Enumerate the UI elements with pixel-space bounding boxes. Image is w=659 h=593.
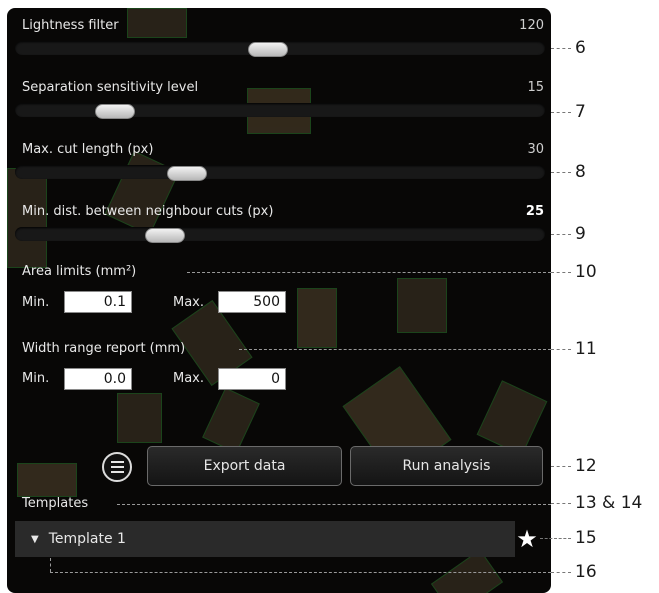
background-fragment xyxy=(297,288,337,348)
max-cut-length-value: 30 xyxy=(527,142,544,157)
guide-line xyxy=(117,504,551,505)
area-min-input[interactable]: 0.1 xyxy=(64,291,132,313)
area-limits-title: Area limits (mm²) xyxy=(22,264,137,279)
background-fragment xyxy=(17,463,77,497)
min-dist-cuts-value: 25 xyxy=(525,204,544,219)
width-min-label: Min. xyxy=(22,371,50,386)
min-dist-cuts-label: Min. dist. between neighbour cuts (px) xyxy=(22,204,274,219)
callout-line xyxy=(551,112,571,113)
width-max-label: Max. xyxy=(173,371,205,386)
slider-thumb[interactable] xyxy=(145,228,185,243)
separation-sensitivity-slider[interactable] xyxy=(15,103,545,119)
lightness-filter-value: 120 xyxy=(519,18,544,33)
templates-title: Templates xyxy=(22,496,89,511)
run-analysis-button[interactable]: Run analysis xyxy=(350,446,543,486)
template-item[interactable]: ▼ Template 1 xyxy=(15,521,515,557)
max-cut-length-label: Max. cut length (px) xyxy=(22,142,154,157)
slider-thumb[interactable] xyxy=(167,166,207,181)
guide-line xyxy=(239,349,551,350)
background-fragment xyxy=(104,150,180,236)
separation-sensitivity-value: 15 xyxy=(527,80,544,95)
callout-6: 6 xyxy=(575,38,586,58)
callout-line xyxy=(551,466,571,467)
callout-10: 10 xyxy=(575,262,597,282)
background-fragment xyxy=(202,387,260,454)
area-max-input[interactable]: 500 xyxy=(218,291,286,313)
favorite-star-icon[interactable]: ★ xyxy=(514,526,540,552)
background-fragment xyxy=(127,8,187,38)
callout-9: 9 xyxy=(575,224,586,244)
callout-line xyxy=(551,272,571,273)
slider-thumb[interactable] xyxy=(248,42,288,57)
callout-7: 7 xyxy=(575,102,586,122)
width-range-title: Width range report (mm) xyxy=(22,341,186,356)
menu-icon[interactable] xyxy=(102,452,132,482)
callout-line xyxy=(551,172,571,173)
guide-line xyxy=(187,272,551,273)
min-dist-cuts-slider[interactable] xyxy=(15,227,545,243)
callout-13-14: 13 & 14 xyxy=(575,493,643,513)
lightness-filter-slider[interactable] xyxy=(15,41,545,57)
callout-line xyxy=(551,572,571,573)
background-fragment xyxy=(397,278,447,333)
callout-8: 8 xyxy=(575,162,586,182)
background-fragment xyxy=(476,380,548,456)
guide-line xyxy=(50,572,551,573)
expand-triangle-icon[interactable]: ▼ xyxy=(31,534,39,545)
area-min-label: Min. xyxy=(22,295,50,310)
background-fragment xyxy=(117,393,162,443)
guide-line xyxy=(50,558,51,572)
callout-line xyxy=(551,48,571,49)
callout-11: 11 xyxy=(575,339,597,359)
max-cut-length-slider[interactable] xyxy=(15,165,545,181)
area-max-label: Max. xyxy=(173,295,205,310)
template-item-label: Template 1 xyxy=(48,531,126,547)
callout-line xyxy=(551,234,571,235)
export-data-button[interactable]: Export data xyxy=(147,446,342,486)
width-max-input[interactable]: 0 xyxy=(218,368,286,390)
callout-line xyxy=(551,503,571,504)
callout-line xyxy=(551,349,571,350)
width-min-input[interactable]: 0.0 xyxy=(64,368,132,390)
callout-16: 16 xyxy=(575,562,597,582)
separation-sensitivity-label: Separation sensitivity level xyxy=(22,80,199,95)
callout-line xyxy=(540,538,571,539)
slider-thumb[interactable] xyxy=(95,104,135,119)
callout-15: 15 xyxy=(575,528,597,548)
callout-12: 12 xyxy=(575,456,597,476)
analysis-settings-panel: Lightness filter 120 Separation sensitiv… xyxy=(7,8,551,593)
lightness-filter-label: Lightness filter xyxy=(22,18,119,33)
